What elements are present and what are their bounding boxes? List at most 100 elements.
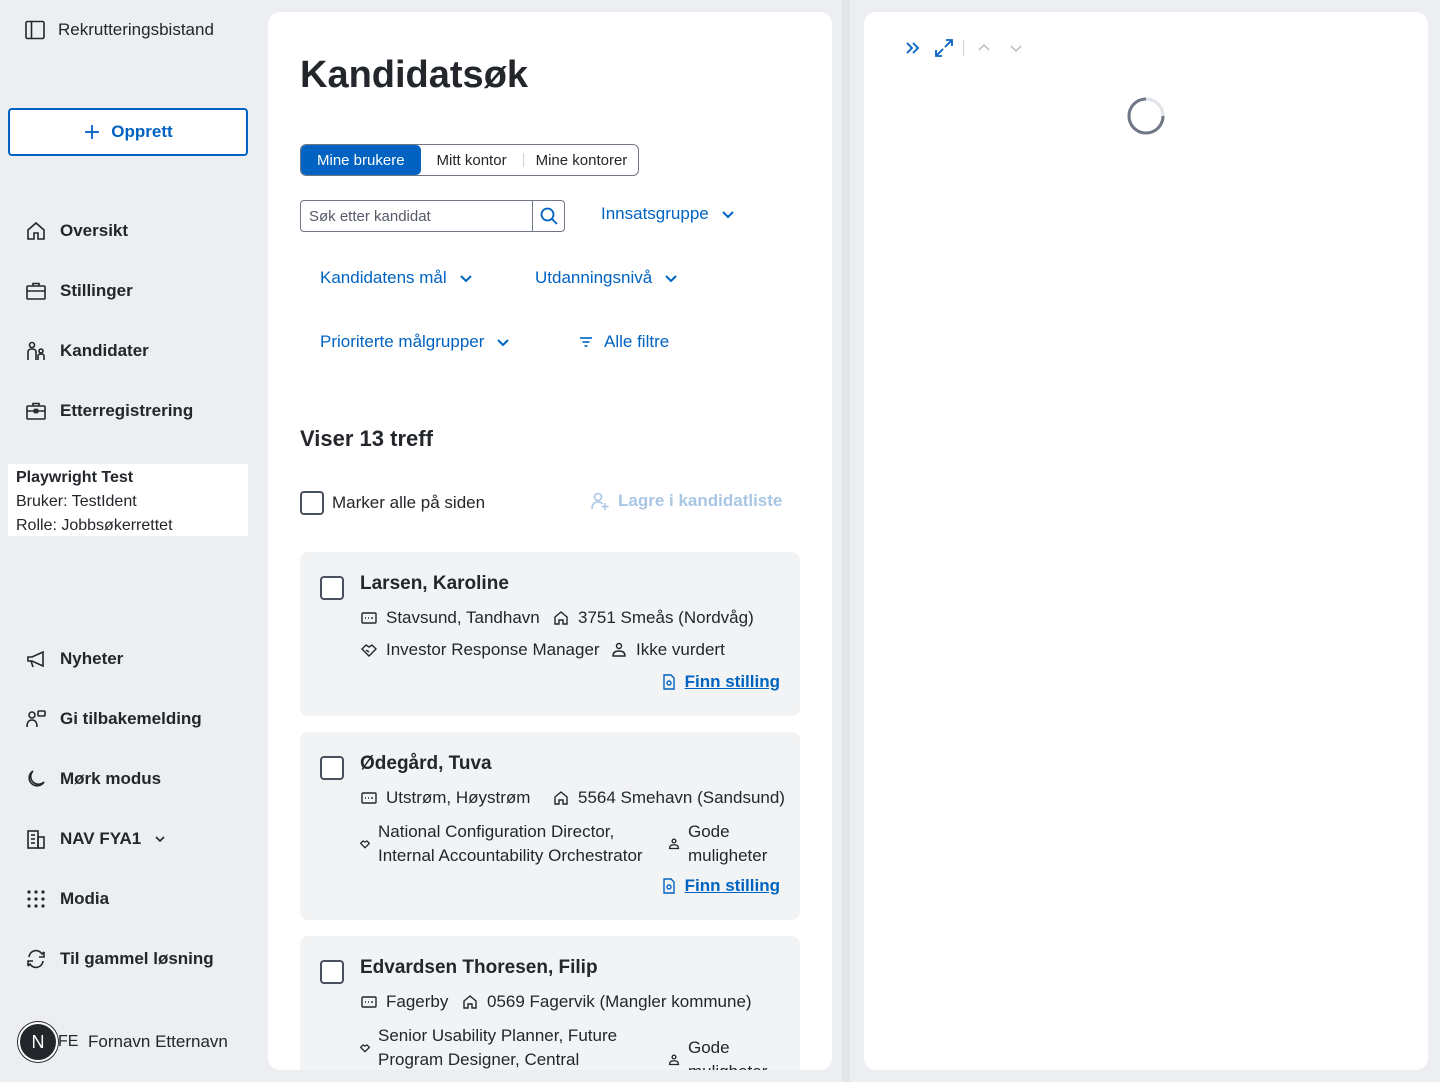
user-ident: Bruker: TestIdent (16, 493, 137, 510)
nav-item-nyheter[interactable]: Nyheter (24, 647, 123, 671)
nav-item-label: Oversikt (60, 221, 129, 240)
sidebar: Rekrutteringsbistand Opprett Oversikt St… (0, 0, 256, 1082)
filter-icon (578, 334, 594, 350)
search-field (300, 200, 565, 232)
id-card-icon (360, 789, 378, 807)
app-title: Rekrutteringsbistand (58, 20, 214, 39)
candidate-card: Ødegård, Tuva Utstrøm, Høystrøm 5564 Sme… (300, 732, 800, 920)
nav-item-tilbakemelding[interactable]: Gi tilbakemelding (24, 707, 202, 731)
loading-spinner (1126, 96, 1166, 136)
find-job-link[interactable]: Finn stilling (661, 672, 780, 692)
nav-item-gammel-losning[interactable]: Til gammel løsning (24, 947, 214, 971)
user-profile[interactable]: N FE Fornavn Etternavn (18, 1022, 228, 1062)
candidate-place: Fagerby (360, 992, 448, 1012)
house-icon (552, 789, 570, 807)
chevron-down-icon (457, 269, 475, 287)
handshake-icon (360, 641, 378, 659)
create-button-label: Opprett (111, 122, 173, 141)
candidate-checkbox[interactable] (320, 576, 344, 600)
nav-item-modia[interactable]: Modia (24, 887, 109, 911)
checkbox-label: Marker alle på siden (332, 493, 486, 512)
results-count: Viser 13 treff (300, 426, 433, 451)
house-icon (552, 609, 570, 627)
candidate-checkbox[interactable] (320, 960, 344, 984)
collapse-panel-button[interactable] (900, 36, 924, 60)
filter-prioriterte-malgrupper[interactable]: Prioriterte målgrupper (320, 332, 512, 352)
toggle-mine-brukere[interactable]: Mine brukere (301, 145, 421, 175)
filter-label: Utdanningsnivå (535, 268, 653, 287)
menu-grid-icon (24, 887, 48, 911)
next-candidate-button[interactable] (1004, 36, 1028, 60)
candidate-name[interactable]: Edvardsen Thoresen, Filip (360, 957, 598, 979)
chevron-down-icon (1008, 40, 1024, 56)
person-chat-icon (24, 707, 48, 731)
sidebar-toggle[interactable]: Rekrutteringsbistand (24, 19, 214, 41)
nav-item-oversikt[interactable]: Oversikt (24, 219, 128, 243)
nav-item-kandidater[interactable]: Kandidater (24, 339, 149, 363)
chevron-down-icon (494, 333, 512, 351)
person-hand-icon (668, 835, 680, 853)
filter-innsatsgruppe[interactable]: Innsatsgruppe (601, 204, 737, 224)
people-icon (24, 339, 48, 363)
id-card-icon (360, 993, 378, 1011)
filter-kandidatens-maal[interactable]: Kandidatens mål (320, 268, 475, 288)
filter-label: Innsatsgruppe (601, 204, 709, 223)
document-icon (661, 674, 677, 690)
filter-utdanningsniva[interactable]: Utdanningsnivå (535, 268, 680, 288)
expand-icon (934, 38, 954, 58)
candidate-card: Larsen, Karoline Stavsund, Tandhavn 3751… (300, 552, 800, 716)
panel-resize-handle[interactable] (842, 0, 850, 1082)
previous-candidate-button[interactable] (972, 36, 996, 60)
candidate-address-text: 3751 Smeås (Nordvåg) (578, 608, 754, 627)
nav-item-label: Mørk modus (60, 769, 162, 788)
search-icon (539, 206, 559, 226)
search-button[interactable] (532, 201, 564, 231)
id-card-icon (360, 609, 378, 627)
candidate-name[interactable]: Ødegård, Tuva (360, 753, 492, 775)
chevron-down-icon (719, 205, 737, 223)
create-button[interactable]: Opprett (8, 108, 248, 156)
filter-label: Kandidatens mål (320, 268, 447, 287)
nav-item-label: Til gammel løsning (60, 949, 214, 968)
candidate-job: Senior Usability Planner, Future Program… (360, 1024, 656, 1070)
candidate-status: Ikke vurdert (610, 640, 725, 660)
candidate-address: 0569 Fagervik (Mangler kommune) (461, 992, 752, 1012)
candidate-status: Gode muligheter (668, 820, 788, 868)
candidate-place-text: Fagerby (386, 992, 449, 1011)
nav-item-mork-modus[interactable]: Mørk modus (24, 767, 161, 791)
portfolio-toggle: Mine brukere Mitt kontor Mine kontorer (300, 144, 640, 176)
search-input[interactable] (301, 201, 532, 231)
nav-item-stillinger[interactable]: Stillinger (24, 279, 133, 303)
nav-item-label: NAV FYA1 (60, 829, 142, 848)
candidate-job-text: Senior Usability Planner, Future Program… (378, 1026, 618, 1069)
toggle-mitt-kontor[interactable]: Mitt kontor (421, 145, 523, 175)
candidate-name[interactable]: Larsen, Karoline (360, 573, 509, 595)
chevron-down-icon (662, 269, 680, 287)
filter-label: Alle filtre (604, 332, 670, 351)
all-filters-button[interactable]: Alle filtre (578, 332, 669, 352)
candidate-status: Gode muligheter (668, 1036, 788, 1070)
buildings-icon (24, 827, 48, 851)
candidate-status-text: Ikke vurdert (636, 640, 725, 659)
save-to-list-button[interactable]: Lagre i kandidatliste (590, 491, 782, 511)
avatar: N (18, 1022, 58, 1062)
candidate-preview-panel (864, 12, 1428, 1070)
candidate-checkbox[interactable] (320, 756, 344, 780)
briefcase-clock-icon (24, 399, 48, 423)
checkbox[interactable] (300, 491, 324, 515)
filter-label: Prioriterte målgrupper (320, 332, 485, 351)
candidate-job-text: National Configuration Director, Interna… (378, 822, 643, 865)
candidate-address: 5564 Smehavn (Sandsund) (552, 788, 785, 808)
toggle-mine-kontorer[interactable]: Mine kontorer (524, 145, 639, 175)
toolbar-divider (963, 40, 964, 56)
chevron-up-icon (976, 40, 992, 56)
candidate-place-text: Utstrøm, Høystrøm (386, 788, 531, 807)
double-chevron-right-icon (903, 39, 921, 57)
nav-item-etterregistrering[interactable]: Etterregistrering (24, 399, 193, 423)
expand-button[interactable] (932, 36, 956, 60)
handshake-icon (360, 835, 370, 853)
nav-item-kontor[interactable]: NAV FYA1 (24, 827, 167, 851)
megaphone-icon (24, 647, 48, 671)
select-all-checkbox[interactable]: Marker alle på siden (300, 491, 485, 515)
find-job-link[interactable]: Finn stilling (661, 876, 780, 896)
